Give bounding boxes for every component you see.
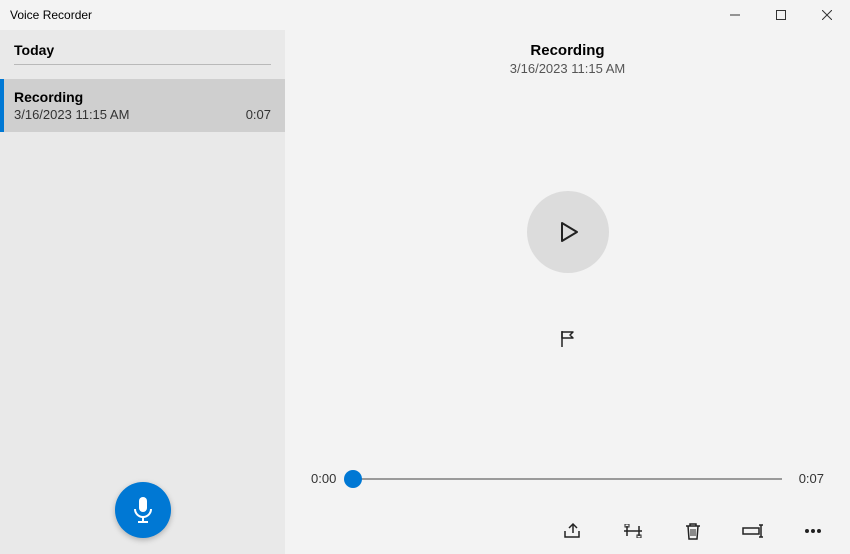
recording-timestamp: 3/16/2023 11:15 AM [285,61,850,76]
record-button[interactable] [115,482,171,538]
trim-icon [622,524,644,538]
maximize-button[interactable] [758,0,804,30]
more-button[interactable] [800,518,826,544]
trim-button[interactable] [620,518,646,544]
close-icon [822,10,832,20]
sidebar: Today Recording 3/16/2023 11:15 AM 0:07 [0,30,285,554]
play-icon [555,219,581,245]
playback-timeline: 0:00 0:07 [285,471,850,486]
playback-area [285,76,850,471]
app-body: Today Recording 3/16/2023 11:15 AM 0:07 [0,30,850,554]
rename-icon [742,524,764,538]
recording-item-title: Recording [14,89,271,105]
recording-header: Recording 3/16/2023 11:15 AM [285,30,850,76]
microphone-icon [132,496,154,524]
minimize-button[interactable] [712,0,758,30]
recording-title: Recording [285,42,850,59]
share-button[interactable] [560,518,586,544]
divider [14,64,271,65]
section-header-today: Today [0,30,285,64]
share-icon [563,522,583,540]
recording-item-meta: 3/16/2023 11:15 AM 0:07 [14,107,271,122]
titlebar: Voice Recorder [0,0,850,30]
delete-button[interactable] [680,518,706,544]
delete-icon [685,522,701,540]
recording-item-duration: 0:07 [246,107,271,122]
add-marker-button[interactable] [550,321,586,357]
time-total: 0:07 [794,471,824,486]
seek-track[interactable] [353,478,782,480]
flag-icon [558,329,578,349]
minimize-icon [730,10,740,20]
recording-item-timestamp: 3/16/2023 11:15 AM [14,107,129,122]
recording-list-item[interactable]: Recording 3/16/2023 11:15 AM 0:07 [0,79,285,132]
window-controls [712,0,850,30]
more-icon [804,528,822,534]
play-button[interactable] [527,191,609,273]
maximize-icon [776,10,786,20]
action-toolbar [285,508,850,554]
app-window: Voice Recorder Today Recording 3/16/2023… [0,0,850,554]
time-current: 0:00 [311,471,341,486]
close-button[interactable] [804,0,850,30]
app-title: Voice Recorder [10,8,92,22]
seek-thumb[interactable] [344,470,362,488]
rename-button[interactable] [740,518,766,544]
main-panel: Recording 3/16/2023 11:15 AM 0:00 [285,30,850,554]
